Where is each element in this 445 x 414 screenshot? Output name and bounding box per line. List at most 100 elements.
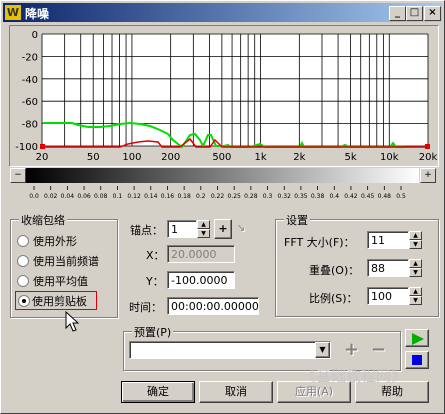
ruler-label: 0.25 <box>228 193 242 200</box>
spin-up-icon[interactable]: ▲ <box>409 287 422 296</box>
ruler-label: 0.0 <box>29 193 39 200</box>
add-anchor-button[interactable]: + <box>214 219 232 239</box>
ruler-label: 0.2 <box>196 193 206 200</box>
anchor-point-start[interactable] <box>40 144 45 149</box>
y-axis-labels: 0 -20 -40 -60 -80 -100 <box>15 30 38 153</box>
ruler-label: 0.04 <box>61 193 75 200</box>
x-axis-labels: 20 50 100 200 500 1k 2k 5k 10k 20k <box>36 152 438 163</box>
ruler-label: 0.42 <box>344 193 358 200</box>
ratio-input[interactable]: 100 <box>367 287 409 305</box>
x-tick-label: 200 <box>161 152 180 163</box>
x-tick-label: 50 <box>87 152 100 163</box>
ruler-label: 0.5 <box>396 193 406 200</box>
y-tick-label: -80 <box>22 120 38 131</box>
ruler-label: 0.28 <box>244 193 258 200</box>
spin-up-icon[interactable]: ▲ <box>197 220 210 229</box>
scroll-gradient-track[interactable] <box>26 168 419 183</box>
fft-size-input[interactable]: 11 <box>367 231 409 249</box>
preset-select[interactable] <box>129 341 331 359</box>
envelope-group-title: 收缩包络 <box>19 212 67 228</box>
radio-use-clipboard[interactable]: 使用剪贴板 <box>15 291 97 310</box>
fft-size-spinner[interactable]: ▲ ▼ <box>409 231 422 249</box>
anchor-spinner[interactable]: ▲ ▼ <box>197 220 210 238</box>
radio-indicator-selected[interactable] <box>18 295 30 307</box>
y-input[interactable]: -100.0000 <box>167 271 235 289</box>
maximize-button[interactable]: □ <box>406 6 423 21</box>
radio-label: 使用平均值 <box>33 275 88 288</box>
radio-indicator[interactable] <box>17 255 29 267</box>
overlap-spinner[interactable]: ▲ ▼ <box>409 259 422 277</box>
anchor-point-end[interactable] <box>425 144 430 149</box>
mouse-cursor-icon <box>65 311 80 332</box>
play-icon <box>412 333 424 345</box>
radio-label: 使用外形 <box>33 235 77 248</box>
ruler-label: 0.48 <box>378 193 392 200</box>
overlap-label: 重叠(O)： <box>309 264 360 277</box>
title-bar[interactable]: W 降噪 _ □ × <box>3 3 442 22</box>
x-tick-label: 100 <box>122 152 141 163</box>
play-button[interactable] <box>405 329 429 347</box>
ruler-label: 0.06 <box>77 193 91 200</box>
anchor-input[interactable]: 1 <box>167 220 197 238</box>
ruler-label: 0.14 <box>144 193 158 200</box>
time-label: 时间： <box>129 301 162 314</box>
time-ruler-svg: 0.0 0.02 0.04 0.06 0.08 0.1 0.12 0.14 0.16 0.18 0.… <box>29 186 406 200</box>
x-tick-label: 20 <box>36 152 49 163</box>
ok-button[interactable]: 确定 <box>121 381 195 403</box>
scroll-right-button[interactable]: + <box>420 168 436 183</box>
ratio-label: 比例(S)： <box>309 292 358 305</box>
graph-plot-area[interactable] <box>42 34 428 146</box>
cancel-button[interactable]: 取消 <box>199 381 273 403</box>
ruler-label: 0.16 <box>161 193 175 200</box>
y-tick-label: -40 <box>22 75 38 86</box>
ruler-label: 0.18 <box>177 193 191 200</box>
stop-button[interactable] <box>405 351 429 369</box>
stop-icon <box>412 355 422 365</box>
x-tick-label: 20k <box>419 152 438 163</box>
remove-preset-icon[interactable]: − <box>371 339 386 360</box>
x-tick-label: 500 <box>212 152 231 163</box>
ruler-label: 0.12 <box>127 193 141 200</box>
y-tick-label: -20 <box>22 52 38 63</box>
minimize-button[interactable]: _ <box>389 6 406 21</box>
add-preset-icon[interactable]: + <box>344 339 359 360</box>
y-label: Y： <box>146 275 164 288</box>
anchor-label: 锚点： <box>130 224 163 237</box>
ruler-label: 0.4 <box>329 193 339 200</box>
x-input[interactable]: 20.0000 <box>167 245 235 263</box>
spin-down-icon[interactable]: ▼ <box>409 240 422 249</box>
radio-indicator[interactable] <box>17 235 29 247</box>
window-title: 降噪 <box>25 7 50 21</box>
ruler-label: 0.38 <box>311 193 325 200</box>
scroll-left-button[interactable]: − <box>10 168 26 183</box>
settings-group-title: 设置 <box>284 212 310 228</box>
spin-down-icon[interactable]: ▼ <box>409 296 422 305</box>
spin-down-icon[interactable]: ▼ <box>197 229 210 238</box>
graph-svg[interactable]: 0 -20 -40 -60 -80 -100 20 50 100 200 500 1k 2k 5k 10k… <box>10 26 438 166</box>
y-tick-label: -100 <box>15 142 38 153</box>
x-tick-label: 1k <box>255 152 267 163</box>
ruler-label: 0.35 <box>294 193 308 200</box>
ratio-spinner[interactable]: ▲ ▼ <box>409 287 422 305</box>
ruler-label: 0.1 <box>113 193 123 200</box>
horizontal-scrollbar[interactable]: − + <box>10 168 436 183</box>
time-ruler: 0.0 0.02 0.04 0.06 0.08 0.1 0.12 0.14 0.16 0.18 0.… <box>1 186 445 206</box>
radio-indicator[interactable] <box>17 275 29 287</box>
close-button[interactable]: × <box>424 6 441 21</box>
ruler-label: 0.3 <box>263 193 273 200</box>
ruler-label: 0.02 <box>44 193 58 200</box>
ruler-label: 0.22 <box>211 193 225 200</box>
app-icon: W <box>5 5 21 20</box>
chevron-down-icon[interactable]: ▼ <box>315 342 330 358</box>
ruler-label: 0.32 <box>278 193 292 200</box>
spin-down-icon[interactable]: ▼ <box>409 268 422 277</box>
radio-label: 使用当前频谱 <box>33 255 99 268</box>
spin-up-icon[interactable]: ▲ <box>409 259 422 268</box>
spin-up-icon[interactable]: ▲ <box>409 231 422 240</box>
overlap-input[interactable]: 88 <box>367 259 409 277</box>
x-tick-label: 5k <box>344 152 356 163</box>
noise-reduction-window: W 降噪 _ □ × 0 -20 -40 -60 -80 -100 20 50 100 200 5… <box>0 0 445 414</box>
frequency-graph[interactable]: 0 -20 -40 -60 -80 -100 20 50 100 200 500 1k 2k 5k 10k… <box>9 25 439 167</box>
time-input[interactable]: 00:00:00.00000 <box>167 297 259 315</box>
radio-label: 使用剪贴板 <box>32 295 87 308</box>
